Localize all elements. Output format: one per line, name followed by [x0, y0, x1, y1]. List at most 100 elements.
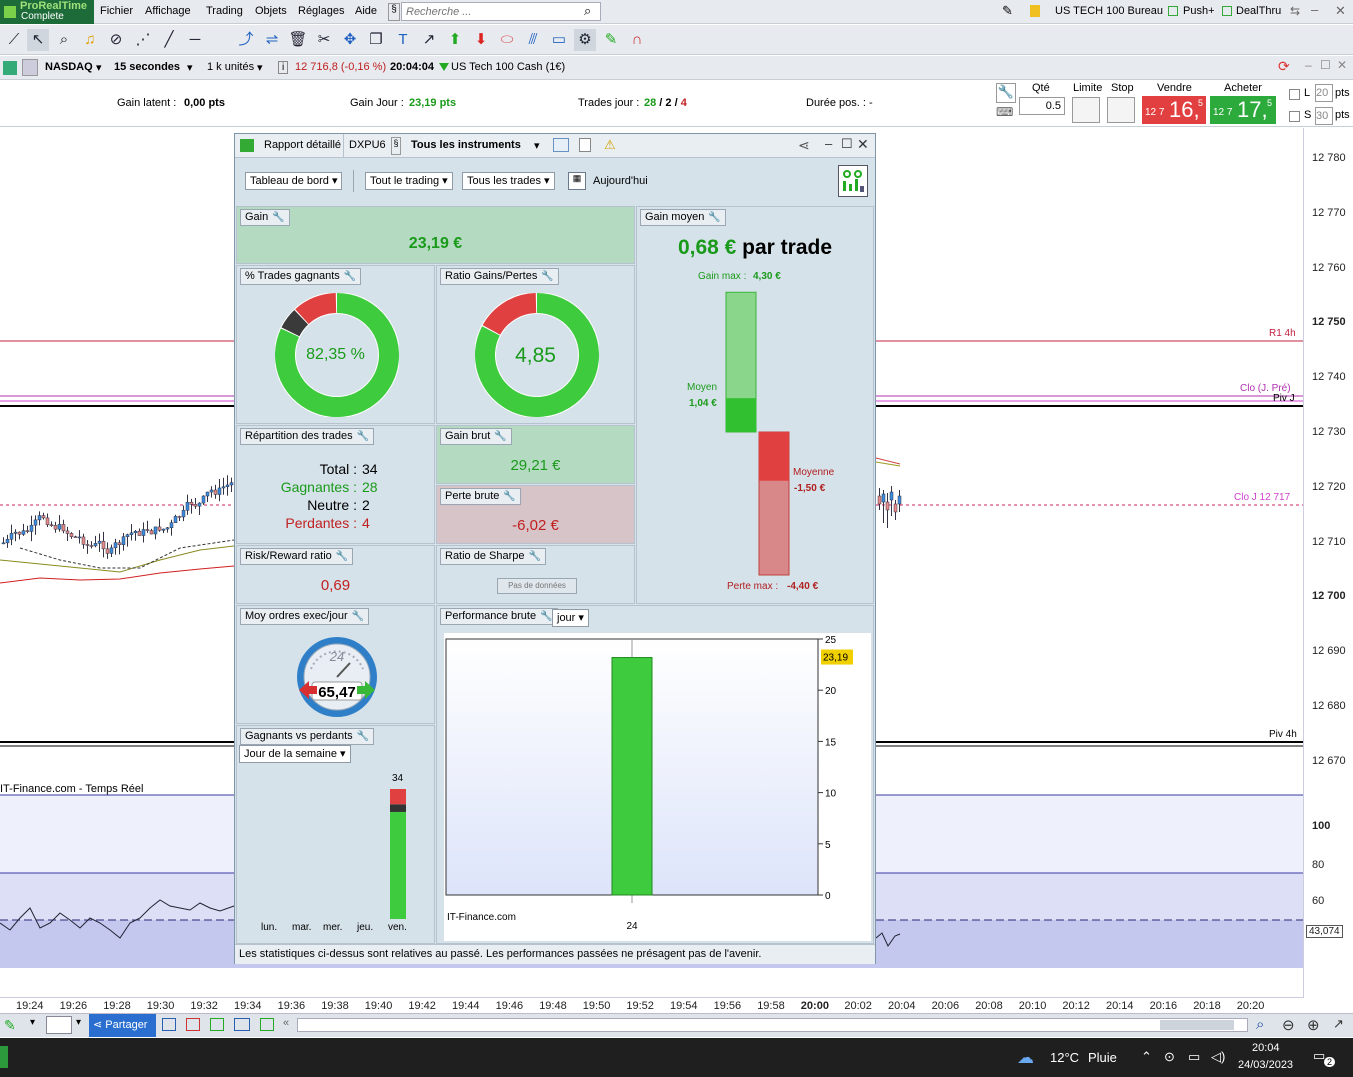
link-icon[interactable]: §	[388, 3, 400, 21]
close-icon[interactable]: ✕	[1337, 58, 1347, 72]
trading-selector[interactable]: Tout le trading ▾	[365, 172, 453, 190]
dashboard-config-icon[interactable]	[838, 165, 868, 197]
share-button[interactable]: ⋖ Partager	[89, 1014, 156, 1037]
dashboard-selector[interactable]: Tableau de bord ▾	[245, 172, 343, 190]
text-icon[interactable]: T	[392, 29, 414, 51]
info-icon[interactable]: i	[278, 61, 289, 74]
menu-aide[interactable]: Aide	[355, 5, 377, 17]
pen-icon[interactable]: ✎	[4, 1017, 16, 1034]
weather-temp[interactable]: 12°C	[1050, 1050, 1079, 1065]
units-selector[interactable]: 1 k unités	[207, 61, 254, 73]
chart-type-icon[interactable]	[46, 1016, 72, 1034]
pen-icon[interactable]: ✎	[1002, 3, 1013, 19]
clock-date[interactable]: 24/03/2023	[1238, 1059, 1293, 1071]
chevron-down-icon[interactable]: ▾	[257, 61, 263, 74]
link-group-icon[interactable]	[22, 59, 38, 76]
scrollbar-thumb[interactable]	[1160, 1020, 1234, 1030]
move-icon[interactable]: ✥	[339, 29, 361, 51]
hline-icon[interactable]: ─	[184, 29, 206, 51]
limit-order-icon[interactable]	[1072, 97, 1100, 123]
channel-icon[interactable]: ⇌	[261, 29, 283, 51]
pencil-icon[interactable]: ✎	[600, 29, 622, 51]
rectangle-icon[interactable]: ▭	[548, 29, 570, 51]
flag-icon[interactable]	[1030, 5, 1040, 17]
chevron-down-icon[interactable]: ▾	[76, 1017, 81, 1028]
wrench-icon[interactable]: 🔧	[344, 270, 356, 283]
qty-input[interactable]	[1019, 97, 1065, 115]
orders-icon[interactable]	[186, 1018, 200, 1031]
l-checkbox[interactable]	[1289, 89, 1300, 100]
account-label[interactable]: DXPU6	[349, 139, 386, 151]
dealthru-checkbox[interactable]	[1222, 6, 1232, 16]
zoom-out-icon[interactable]: ⊖	[1282, 1016, 1295, 1034]
report-icon[interactable]	[210, 1018, 224, 1031]
export-icon[interactable]	[553, 138, 569, 152]
wrench-icon[interactable]: 🔧	[357, 430, 369, 443]
magnet-settings-icon[interactable]: ⚙	[574, 29, 596, 51]
market-selector[interactable]: NASDAQ	[45, 61, 93, 73]
minimize-icon[interactable]: –	[825, 136, 832, 151]
tray-chevron-icon[interactable]: ⌃	[1141, 1049, 1152, 1065]
wrench-icon[interactable]: 🔧	[541, 270, 553, 283]
minimize-icon[interactable]: –	[1305, 58, 1312, 72]
arrow-icon[interactable]: ↗	[418, 29, 440, 51]
warning-icon[interactable]: ⚠	[604, 137, 616, 153]
close-icon[interactable]: ✕	[857, 136, 869, 153]
wrench-icon[interactable]: 🔧	[996, 83, 1016, 103]
network-icon[interactable]: ⊙	[1164, 1049, 1175, 1065]
trendline-icon[interactable]: ╱	[158, 29, 180, 51]
wrench-icon[interactable]: 🔧	[529, 550, 541, 563]
zoom-in-icon[interactable]: ⊕	[1307, 1016, 1320, 1034]
horizontal-scrollbar[interactable]	[297, 1018, 1248, 1032]
search-icon[interactable]: ⌕	[584, 3, 591, 19]
minimize-icon[interactable]: –	[1311, 2, 1318, 17]
chevron-down-icon[interactable]: ▾	[96, 61, 102, 74]
wrench-icon[interactable]: 🔧	[336, 550, 348, 563]
zoom-fit-icon[interactable]: ⌕	[1256, 1016, 1264, 1033]
scroll-left-icon[interactable]: «	[283, 1017, 289, 1029]
s-checkbox[interactable]	[1289, 111, 1300, 122]
wrench-icon[interactable]: 🔧	[503, 490, 515, 503]
wrench-icon[interactable]: 🔧	[494, 430, 506, 443]
s-input[interactable]	[1315, 107, 1333, 125]
menu-fichier[interactable]: Fichier	[100, 5, 133, 17]
share-icon[interactable]: ⋖	[798, 137, 810, 154]
restore-icon[interactable]: ⇆	[1290, 4, 1300, 18]
line-tool-icon[interactable]: ⟋	[3, 29, 25, 51]
autoscroll-icon[interactable]: ↗	[1333, 1016, 1344, 1032]
cursor-icon[interactable]: ↖	[27, 29, 49, 51]
weather-label[interactable]: Pluie	[1088, 1050, 1117, 1065]
chevron-down-icon[interactable]: ▾	[30, 1017, 35, 1028]
display-icon[interactable]: ▭	[1188, 1049, 1200, 1065]
chevron-down-icon[interactable]: ▾	[187, 61, 193, 74]
measure-icon[interactable]: ⋰	[132, 29, 154, 51]
chevron-down-icon[interactable]: ▾	[534, 139, 540, 152]
app-taskbar-icon[interactable]	[0, 1046, 8, 1068]
calendar-icon[interactable]: ▦	[568, 172, 586, 190]
wrench-icon[interactable]: 🔧	[272, 211, 284, 224]
l-input[interactable]	[1315, 84, 1333, 102]
list-icon[interactable]	[162, 1018, 176, 1031]
clock-time[interactable]: 20:04	[1252, 1042, 1280, 1054]
date-range[interactable]: Aujourd'hui	[593, 175, 648, 187]
arrow-down-icon[interactable]: ⬇	[470, 29, 492, 51]
export-icon[interactable]	[260, 1018, 274, 1031]
menu-affichage[interactable]: Affichage	[145, 5, 191, 17]
ellipse-icon[interactable]: ⬭	[496, 29, 518, 51]
keyboard-icon[interactable]: ⌨	[996, 105, 1016, 121]
chart-type-icon[interactable]	[3, 61, 17, 75]
fib-icon[interactable]: ⤴	[235, 29, 257, 51]
menu-objets[interactable]: Objets	[255, 5, 287, 17]
push-checkbox[interactable]	[1168, 6, 1178, 16]
period-selector[interactable]: jour ▾	[552, 609, 589, 627]
wrench-icon[interactable]: 🔧	[352, 610, 364, 623]
maximize-icon[interactable]: ☐	[1320, 58, 1331, 72]
link-icon[interactable]: §	[391, 137, 401, 155]
stop-order-icon[interactable]	[1107, 97, 1135, 123]
volume-icon[interactable]: ◁)	[1211, 1049, 1225, 1065]
buy-button[interactable]: 12 7 17, 5	[1210, 96, 1276, 124]
maximize-icon[interactable]: ☐	[841, 136, 853, 152]
menu-trading[interactable]: Trading	[206, 5, 243, 17]
sell-button[interactable]: 12 7 16, 5	[1142, 96, 1206, 124]
wrench-icon[interactable]: 🔧	[540, 610, 552, 623]
